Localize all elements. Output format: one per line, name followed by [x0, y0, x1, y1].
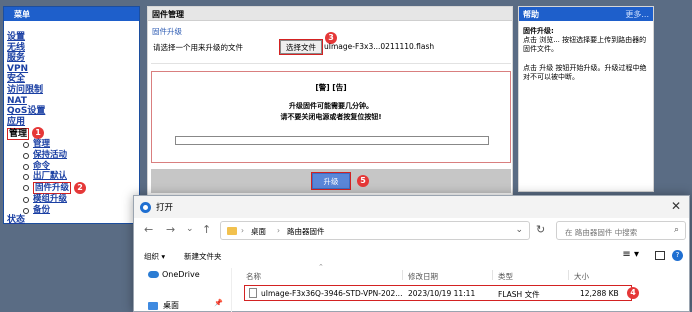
view-menu-icon[interactable]: ≡ ▾ [622, 249, 639, 260]
file-list-header: ⌃ 名称 修改日期 类型 大小 [234, 263, 690, 282]
column-separator [568, 270, 569, 280]
menu-item-administration[interactable]: 管理 [7, 127, 30, 140]
folder-icon [227, 227, 237, 235]
nav-item-desktop[interactable]: 桌面 [148, 300, 179, 311]
submenu-item-factory-defaults[interactable]: 出厂默认 [33, 171, 67, 181]
warning-line-1: 升级固件可能需要几分钟。 [289, 102, 373, 110]
selected-file-name: uImage-F3x3...0211110.flash [324, 42, 435, 51]
dialog-titlebar: 打开 ✕ [134, 196, 689, 218]
column-header-name[interactable]: 名称 [246, 271, 261, 282]
choose-file-button[interactable]: 选择文件 [279, 39, 323, 55]
column-header-date[interactable]: 修改日期 [408, 271, 438, 282]
chevron-down-icon[interactable]: ⌄ [515, 225, 523, 235]
submenu-item-backup[interactable]: 备份 [33, 205, 50, 215]
submenu-item-management[interactable]: 管理 [33, 139, 50, 149]
preview-pane-icon[interactable] [655, 251, 665, 260]
submenu-item-keepalive[interactable]: 保持活动 [33, 150, 67, 160]
file-icon [249, 288, 257, 298]
warning-line-2: 请不要关闭电源或者按复位按钮! [280, 113, 382, 121]
file-select-label: 请选择一个用来升级的文件 [153, 43, 243, 52]
menu-item-applications[interactable]: 应用 [7, 117, 25, 127]
submenu-item-module-upgrade[interactable]: 模组升级 [33, 194, 67, 204]
help-icon[interactable]: ? [672, 250, 683, 261]
search-icon: ⌕ [674, 225, 680, 235]
step-badge-1: 1 [32, 127, 45, 140]
warning-title: [警] [告] [315, 83, 347, 92]
help-title: 帮助 [523, 10, 539, 19]
file-list: ⌃ 名称 修改日期 类型 大小 uImage-F3x36Q-3946-STD-V… [234, 263, 690, 312]
file-size: 12,288 KB [580, 289, 619, 298]
back-arrow-icon[interactable]: ← [144, 223, 153, 236]
dialog-title: 打开 [156, 203, 174, 213]
menu-item-status[interactable]: 状态 [7, 215, 25, 225]
menu-item-vpn[interactable]: VPN [7, 64, 28, 74]
breadcrumb-desktop[interactable]: 桌面 [251, 226, 266, 237]
forward-arrow-icon[interactable]: → [166, 223, 175, 236]
file-select-row: 请选择一个用来升级的文件 选择文件 3 uImage-F3x3...021111… [148, 32, 512, 56]
menu-item-nat[interactable]: NAT [7, 96, 27, 106]
new-folder-button[interactable]: 新建文件夹 [184, 251, 222, 262]
nav-item-label: 桌面 [163, 301, 179, 310]
sidebar-menu: 菜单 设置 无线 服务 VPN 安全 访问限制 NAT QoS设置 应用 管理 1… [3, 6, 140, 225]
address-bar-row: ← → ⌄ ↑ › 桌面 › 路由器固件 ⌄ ↻ ⌕ [134, 218, 689, 244]
menu-item-access-restrictions[interactable]: 访问限制 [7, 85, 43, 95]
dialog-toolbar: 组织 ▾ 新建文件夹 ≡ ▾ ? [134, 248, 689, 266]
navigation-pane: OneDrive 桌面 📌 [134, 268, 232, 312]
menu-item-settings[interactable]: 设置 [7, 32, 25, 42]
upgrade-button-area: 升级 5 [151, 169, 511, 193]
step-badge-4: 4 [627, 287, 639, 299]
organize-menu[interactable]: 组织 ▾ [144, 251, 165, 262]
help-more-link[interactable]: 更多... [625, 9, 649, 21]
browser-icon [140, 202, 151, 213]
breadcrumb-separator: › [241, 226, 244, 235]
menu-item-services[interactable]: 服务 [7, 53, 25, 63]
pin-icon: 📌 [214, 299, 223, 307]
step-badge-2: 2 [74, 181, 87, 194]
nav-item-label: OneDrive [162, 270, 200, 279]
help-para-1: 点击 浏览... 按钮选择要上传到路由器的固件文件。 [523, 36, 647, 53]
address-bar[interactable]: › 桌面 › 路由器固件 ⌄ [220, 221, 530, 240]
menu-item-wireless[interactable]: 无线 [7, 43, 25, 53]
file-type: FLASH 文件 [498, 290, 540, 299]
step-badge-5: 5 [357, 175, 369, 187]
close-icon[interactable]: ✕ [671, 199, 681, 213]
file-row[interactable]: uImage-F3x36Q-3946-STD-VPN-202... 2023/1… [244, 285, 632, 301]
desktop-icon [148, 301, 158, 310]
column-header-size[interactable]: 大小 [574, 271, 589, 282]
onedrive-cloud-icon [148, 271, 159, 278]
column-separator [492, 270, 493, 280]
submenu-item-firmware-upgrade[interactable]: 固件升级 [33, 182, 72, 195]
submenu-item-commands[interactable]: 命令 [33, 161, 50, 171]
chevron-down-icon[interactable]: ⌄ [186, 224, 194, 234]
help-para-2: 点击 升级 按钮开始升级。升级过程中绝对不可以被中断。 [523, 64, 647, 81]
file-date: 2023/10/19 11:11 [408, 289, 476, 298]
panel-title: 固件管理 [148, 7, 512, 21]
file-name: uImage-F3x36Q-3946-STD-VPN-202... [261, 289, 403, 298]
refresh-icon[interactable]: ↻ [536, 223, 545, 236]
sidebar-header: 菜单 [4, 7, 139, 21]
open-file-dialog: 打开 ✕ ← → ⌄ ↑ › 桌面 › 路由器固件 ⌄ ↻ ⌕ 组织 ▾ 新建文… [133, 195, 690, 312]
warning-box: [警] [告] 升级固件可能需要几分钟。 请不要关闭电源或者按复位按钮! [151, 71, 511, 163]
help-heading: 固件升级: [523, 27, 554, 35]
sort-arrow-icon: ⌃ [318, 263, 324, 271]
upgrade-button[interactable]: 升级 [311, 172, 351, 190]
up-arrow-icon[interactable]: ↑ [202, 223, 211, 236]
firmware-management-panel: 固件管理 固件升级 请选择一个用来升级的文件 选择文件 3 uImage-F3x… [147, 6, 513, 202]
breadcrumb-separator: › [277, 226, 280, 235]
breadcrumb-router-firmware[interactable]: 路由器固件 [287, 226, 325, 237]
upgrade-progress-bar [175, 136, 489, 145]
nav-item-onedrive[interactable]: OneDrive [148, 270, 200, 279]
menu-item-qos[interactable]: QoS设置 [7, 106, 45, 116]
column-separator [402, 270, 403, 280]
search-input[interactable] [556, 221, 686, 240]
help-panel: 帮助 更多... 固件升级: 点击 浏览... 按钮选择要上传到路由器的固件文件。… [518, 6, 654, 192]
divider [151, 63, 511, 64]
column-header-type[interactable]: 类型 [498, 271, 513, 282]
menu-item-security[interactable]: 安全 [7, 74, 25, 84]
